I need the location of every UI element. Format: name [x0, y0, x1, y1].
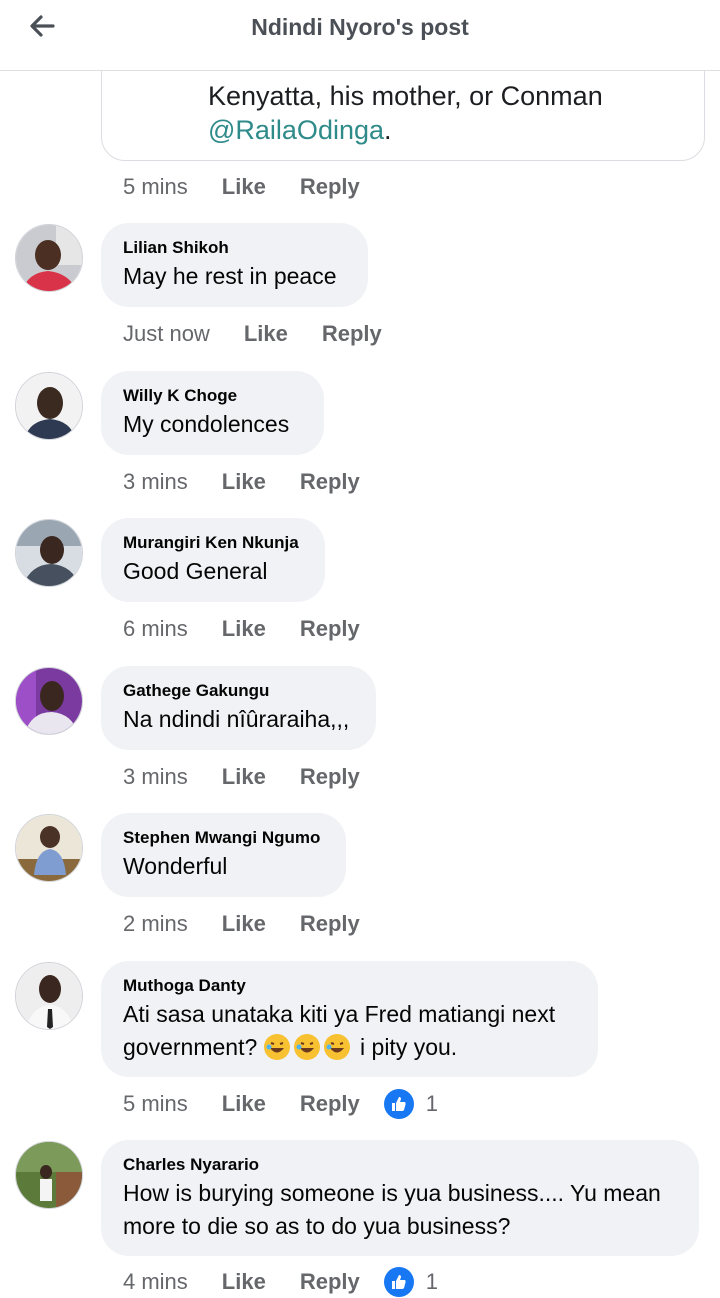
comment-bubble[interactable]: Gathege Gakungu Na ndindi nîûraraiha,,, — [101, 666, 376, 750]
like-button[interactable]: Like — [222, 764, 266, 790]
comment-meta: 2 mins Like Reply — [123, 908, 394, 940]
comment-text: Good General — [123, 558, 268, 584]
comment-time: 5 mins — [123, 1091, 188, 1116]
comment-text: Na ndindi nîûraraiha,,, — [123, 706, 350, 732]
reaction-summary[interactable]: 1 — [383, 1267, 438, 1297]
like-button[interactable]: Like — [222, 1091, 266, 1117]
reply-button[interactable]: Reply — [322, 321, 382, 347]
comment-text-line: How is burying someone is yua business..… — [123, 1180, 661, 1206]
reaction-count: 1 — [425, 1091, 438, 1116]
laughing-emoji-icon — [293, 1034, 320, 1060]
comment-bubble[interactable]: Murangiri Ken Nkunja Good General — [101, 518, 325, 602]
comment-author[interactable]: Murangiri Ken Nkunja — [123, 531, 303, 555]
thumbs-up-icon — [383, 1089, 414, 1119]
comment-author[interactable]: Stephen Mwangi Ngumo — [123, 826, 324, 850]
comment-time: 4 mins — [123, 1269, 188, 1294]
comment-text: May he rest in peace — [123, 263, 337, 289]
comment-meta: 5 mins Like Reply 1 — [123, 1088, 438, 1120]
comment-time: 3 mins — [123, 764, 188, 789]
comment-bubble[interactable]: Stephen Mwangi Ngumo Wonderful — [101, 813, 346, 897]
avatar[interactable] — [15, 224, 83, 292]
comment-author[interactable]: Willy K Choge — [123, 384, 302, 408]
like-button[interactable]: Like — [222, 1269, 266, 1295]
avatar[interactable] — [15, 372, 83, 440]
reaction-summary[interactable]: 1 — [383, 1089, 438, 1119]
comment-text-line: government? i pity you. — [123, 1034, 458, 1060]
like-button[interactable]: Like — [222, 174, 266, 200]
like-button[interactable]: Like — [222, 911, 266, 937]
comment-time: 5 mins — [123, 174, 188, 199]
quoted-mention-line: @RailaOdinga. — [208, 115, 392, 145]
comment-meta: 4 mins Like Reply 1 — [123, 1266, 438, 1298]
page-title: Ndindi Nyoro's post — [251, 14, 469, 40]
comment-bubble[interactable]: Willy K Choge My condolences — [101, 371, 324, 455]
comment-time: 2 mins — [123, 911, 188, 936]
reply-button[interactable]: Reply — [300, 174, 360, 200]
comment-time: Just now — [123, 321, 210, 346]
comment-time: 3 mins — [123, 469, 188, 494]
comment-meta: 5 mins Like Reply — [123, 171, 394, 203]
laughing-emoji-icon — [263, 1034, 290, 1060]
avatar[interactable] — [15, 962, 83, 1030]
comment-meta: 3 mins Like Reply — [123, 466, 394, 498]
comment-meta: Just now Like Reply — [123, 318, 416, 350]
comment-text: Wonderful — [123, 853, 228, 879]
like-button[interactable]: Like — [222, 469, 266, 495]
comment-text-line: Ati sasa unataka kiti ya Fred matiangi n… — [123, 1001, 556, 1027]
avatar[interactable] — [15, 519, 83, 587]
reply-button[interactable]: Reply — [300, 1269, 360, 1295]
comment-bubble[interactable]: Muthoga Danty Ati sasa unataka kiti ya F… — [101, 961, 598, 1077]
reaction-count: 1 — [425, 1269, 438, 1294]
reply-button[interactable]: Reply — [300, 911, 360, 937]
reply-button[interactable]: Reply — [300, 1091, 360, 1117]
comment-text-line: more to die so as to do yua business? — [123, 1213, 511, 1239]
laughing-emoji-icon — [323, 1034, 350, 1060]
like-button[interactable]: Like — [222, 616, 266, 642]
like-button[interactable]: Like — [244, 321, 288, 347]
avatar[interactable] — [15, 814, 83, 882]
comment-text: My condolences — [123, 411, 290, 437]
top-bar: Ndindi Nyoro's post — [0, 0, 720, 71]
avatar[interactable] — [15, 1141, 83, 1209]
quoted-line: Kenyatta, his mother, or Conman — [208, 81, 603, 111]
avatar[interactable] — [15, 667, 83, 735]
mention-link[interactable]: @RailaOdinga — [208, 115, 384, 145]
comment-author[interactable]: Lilian Shikoh — [123, 236, 346, 260]
reply-button[interactable]: Reply — [300, 616, 360, 642]
reply-button[interactable]: Reply — [300, 764, 360, 790]
comment-bubble[interactable]: Lilian Shikoh May he rest in peace — [101, 223, 368, 307]
reply-button[interactable]: Reply — [300, 469, 360, 495]
comment-author[interactable]: Charles Nyarario — [123, 1153, 677, 1177]
thumbs-up-icon — [383, 1267, 414, 1297]
comment-bubble[interactable]: Charles Nyarario How is burying someone … — [101, 1140, 699, 1256]
comment-time: 6 mins — [123, 616, 188, 641]
comment-meta: 6 mins Like Reply — [123, 613, 394, 645]
comment-author[interactable]: Gathege Gakungu — [123, 679, 354, 703]
comment-meta: 3 mins Like Reply — [123, 761, 394, 793]
comment-author[interactable]: Muthoga Danty — [123, 974, 576, 998]
